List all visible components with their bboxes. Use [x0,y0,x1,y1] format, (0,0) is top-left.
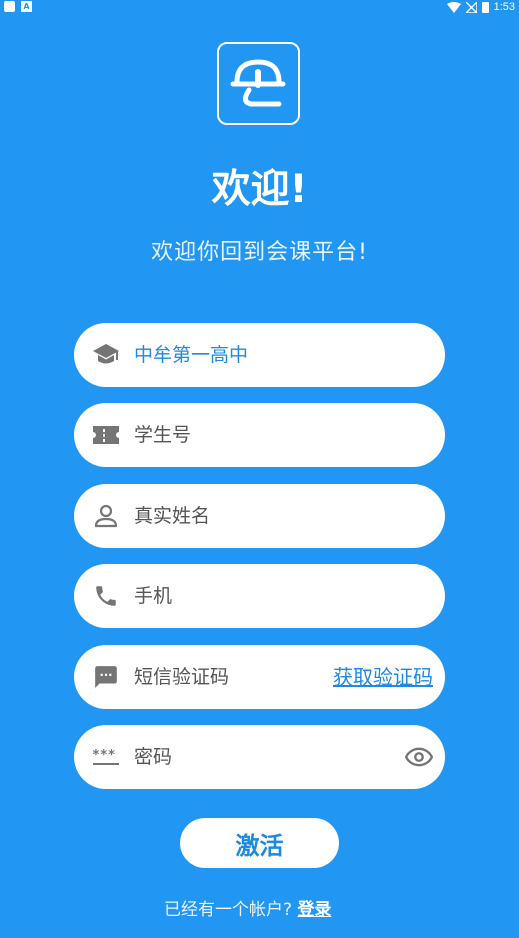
notification-a-icon: A [21,1,32,12]
password-placeholder: 密码 [134,746,173,768]
sms-code-field[interactable]: 短信验证码 获取验证码 [74,645,445,709]
school-value: 中牟第一高中 [134,344,249,366]
footer-text: 已经有一个帐户? [164,900,293,920]
school-icon [92,341,120,369]
app-logo [217,42,300,125]
logo-icon [230,59,286,107]
id-card-icon [92,421,120,449]
sms-icon [92,663,120,691]
school-field[interactable]: 中牟第一高中 [74,323,445,387]
svg-text:***: *** [92,748,116,763]
battery-icon [481,1,489,13]
phone-field[interactable]: 手机 [74,564,445,628]
phone-icon [92,582,120,610]
clock: 1:53 [493,1,515,13]
wifi-icon [446,1,461,13]
real-name-field[interactable]: 真实姓名 [74,484,445,548]
notification-icon [4,1,15,12]
get-code-link[interactable]: 获取验证码 [333,645,433,709]
student-id-placeholder: 学生号 [134,424,192,446]
login-link[interactable]: 登录 [297,900,331,920]
phone-placeholder: 手机 [134,585,173,607]
status-bar: A 1:53 [0,0,519,14]
student-id-field[interactable]: 学生号 [74,403,445,467]
eye-icon[interactable] [404,743,434,771]
real-name-placeholder: 真实姓名 [134,505,211,527]
footer: 已经有一个帐户? 登录 [164,895,331,920]
page-subtitle: 欢迎你回到会课平台! [151,240,368,265]
page-title: 欢迎! [211,167,308,212]
sms-code-placeholder: 短信验证码 [134,666,230,688]
person-icon [92,502,120,530]
password-icon: *** [92,743,120,771]
password-field[interactable]: *** 密码 [74,725,445,789]
signal-icon [465,1,477,13]
activate-button[interactable]: 激活 [180,818,339,868]
